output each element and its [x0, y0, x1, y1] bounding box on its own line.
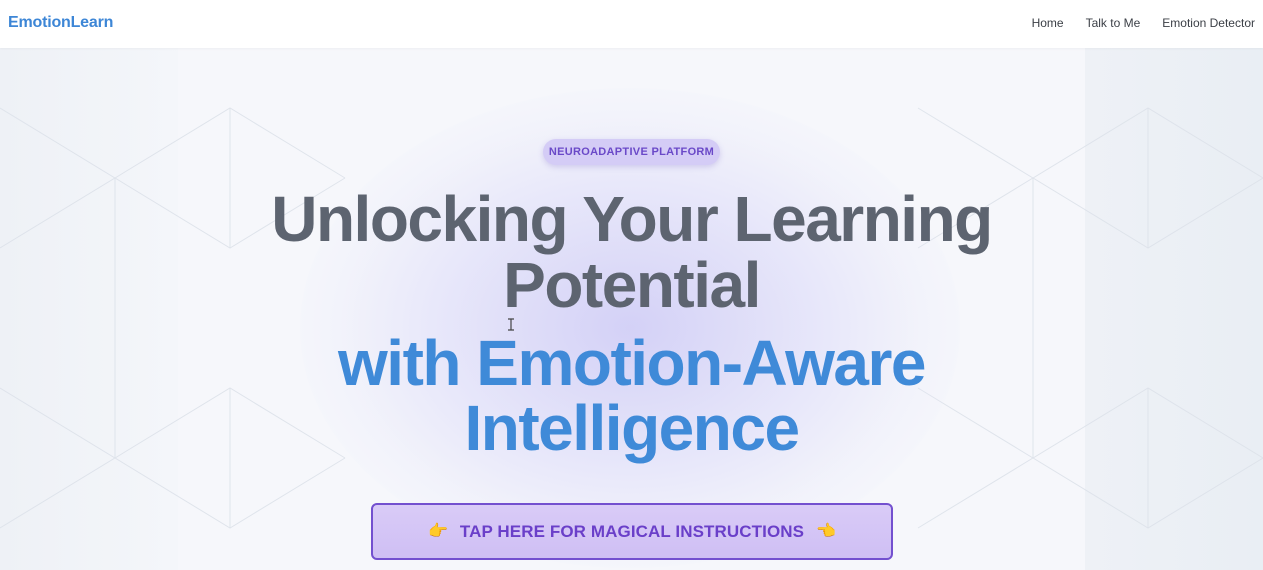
- pointing-left-hand-icon: 👈: [816, 522, 837, 540]
- hero-title-line-1: Unlocking Your Learning: [271, 183, 993, 255]
- hero-section: NEUROADAPTIVE PLATFORM Unlocking Your Le…: [0, 48, 1263, 570]
- hero-title-line-3: with Emotion-Aware: [338, 327, 926, 399]
- navbar: EmotionLearn Home Talk to Me Emotion Det…: [0, 0, 1263, 48]
- nav-link-emotion-detector[interactable]: Emotion Detector: [1162, 16, 1255, 30]
- hero-title-line-4: Intelligence: [464, 392, 800, 464]
- pointing-right-hand-icon: 👉: [427, 522, 448, 540]
- hero-title-line-2: Potential: [503, 249, 761, 321]
- nav-links: Home Talk to Me Emotion Detector: [1032, 16, 1255, 30]
- text-cursor-icon: [508, 318, 514, 331]
- nav-link-talk-to-me[interactable]: Talk to Me: [1086, 16, 1141, 30]
- platform-badge: NEUROADAPTIVE PLATFORM: [543, 139, 720, 165]
- magical-instructions-button[interactable]: 👉 TAP HERE FOR MAGICAL INSTRUCTIONS 👈: [371, 503, 893, 560]
- nav-link-home[interactable]: Home: [1032, 16, 1064, 30]
- brand-logo[interactable]: EmotionLearn: [8, 14, 113, 32]
- cta-label: TAP HERE FOR MAGICAL INSTRUCTIONS: [459, 521, 805, 541]
- page: EmotionLearn Home Talk to Me Emotion Det…: [0, 0, 1263, 570]
